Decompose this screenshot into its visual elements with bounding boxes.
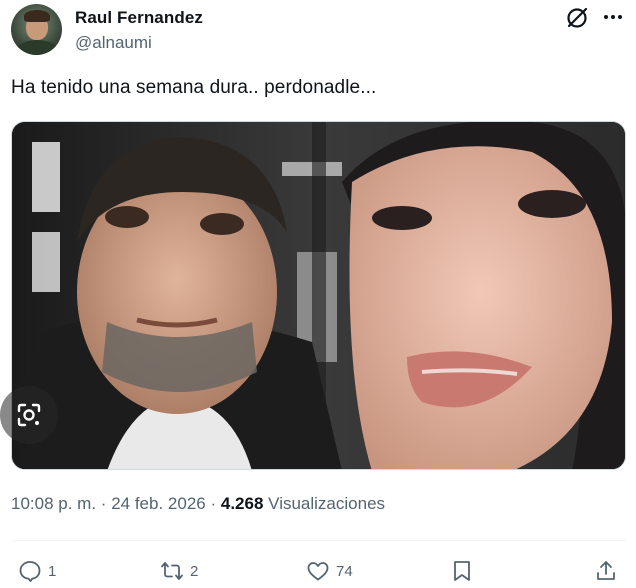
lens-search-icon bbox=[17, 403, 41, 427]
bookmark-icon bbox=[454, 561, 470, 581]
bookmark-button[interactable] bbox=[450, 558, 474, 584]
views-label: Visualizaciones bbox=[268, 494, 386, 513]
tweet-time[interactable]: 10:08 p. m. bbox=[11, 494, 96, 513]
reply-button[interactable]: 1 bbox=[18, 558, 56, 584]
author-handle[interactable]: @alnaumi bbox=[75, 33, 152, 53]
repost-button[interactable]: 2 bbox=[160, 558, 198, 584]
like-button[interactable]: 74 bbox=[306, 558, 353, 584]
tweet-media-image[interactable] bbox=[11, 121, 626, 470]
repost-count: 2 bbox=[190, 562, 199, 580]
avatar-shirt bbox=[15, 40, 59, 55]
tweet-meta: 10:08 p. m. · 24 feb. 2026 · 4.268 Visua… bbox=[11, 494, 385, 514]
author-display-name[interactable]: Raul Fernandez bbox=[75, 8, 203, 28]
tweet-text: Ha tenido una semana dura.. perdonadle..… bbox=[11, 77, 377, 98]
avatar-hair bbox=[24, 10, 50, 22]
like-icon bbox=[307, 562, 329, 581]
share-button[interactable] bbox=[594, 558, 618, 584]
meta-separator-2: · bbox=[210, 494, 217, 513]
more-icon[interactable] bbox=[604, 12, 626, 22]
tweet-date[interactable]: 24 feb. 2026 bbox=[111, 494, 206, 513]
reply-count: 1 bbox=[48, 562, 57, 580]
meta-separator: · bbox=[100, 494, 107, 513]
share-icon bbox=[597, 561, 615, 580]
like-count: 74 bbox=[336, 562, 353, 580]
repost-icon bbox=[161, 562, 183, 580]
actions-divider bbox=[11, 540, 626, 541]
grok-icon[interactable] bbox=[565, 6, 589, 30]
author-avatar[interactable] bbox=[11, 4, 62, 55]
reply-icon bbox=[19, 561, 41, 582]
lens-search-button[interactable] bbox=[0, 386, 58, 444]
views-count: 4.268 bbox=[220, 494, 264, 513]
